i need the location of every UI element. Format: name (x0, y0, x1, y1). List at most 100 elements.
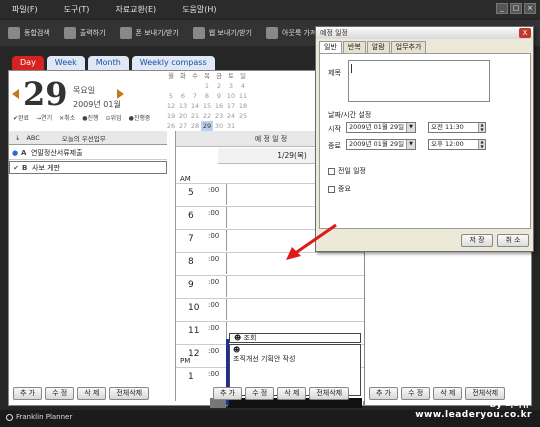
next-day-icon[interactable] (117, 89, 124, 99)
notes-add-button[interactable]: 추 가 (369, 387, 399, 400)
minical-day[interactable]: 23 (213, 111, 225, 121)
watermark-author: by 리더유 (489, 400, 530, 410)
minical-day[interactable]: 7 (189, 91, 201, 101)
minical-day[interactable]: 18 (237, 101, 249, 111)
start-date-select[interactable]: 2009년 01월 29일 ▼ (346, 122, 416, 133)
minical-day[interactable] (177, 81, 189, 91)
search-button[interactable]: 동합검색 (8, 27, 50, 39)
menu-help[interactable]: 도움말(H) (182, 4, 216, 15)
tab-alarm[interactable]: 알람 (366, 41, 390, 53)
tab-repeat[interactable]: 반복 (342, 41, 366, 53)
schedule-edit-button[interactable]: 수 정 (245, 387, 275, 400)
task-delete-all-button[interactable]: 전체삭제 (109, 387, 150, 400)
menu-file[interactable]: 파일(F) (12, 4, 38, 15)
task-row[interactable]: ✔ B 사보 게판 (9, 161, 167, 174)
save-button[interactable]: 저 장 (461, 234, 493, 247)
schedule-delete-all-button[interactable]: 전체삭제 (309, 387, 350, 400)
allday-checkbox[interactable]: 전일 일정 (328, 166, 366, 176)
minical-week-row: 1234 (165, 81, 257, 91)
minical-day[interactable]: 25 (237, 111, 249, 121)
menu-exchange[interactable]: 자료교환(E) (115, 4, 156, 15)
start-time-spinner[interactable]: 오전 11:30 ▲ ▼ (428, 122, 486, 133)
minical-day[interactable]: 17 (225, 101, 237, 111)
time-slot[interactable] (226, 276, 360, 297)
notes-edit-button[interactable]: 수 정 (401, 387, 431, 400)
task-title-column: 오늘의 우선업무 (61, 134, 106, 143)
task-add-button[interactable]: 추 가 (13, 387, 43, 400)
end-time-spinner[interactable]: 오후 12:00 ▲ ▼ (428, 139, 486, 150)
prev-day-icon[interactable] (12, 89, 19, 99)
dropdown-icon[interactable]: ▼ (406, 123, 415, 132)
minical-day[interactable]: 4 (237, 81, 249, 91)
event-morning-meeting[interactable]: ☻ 조회 (229, 333, 361, 343)
priority-column[interactable]: ABC (26, 134, 39, 142)
checkbox-box[interactable] (328, 185, 335, 193)
tab-month[interactable]: Month (87, 56, 129, 70)
task-status-icon[interactable]: ✔ (10, 164, 22, 172)
minical-day[interactable]: 2 (213, 81, 225, 91)
minical-day[interactable]: 26 (165, 121, 177, 131)
minical-day[interactable]: 20 (177, 111, 189, 121)
task-delete-button[interactable]: 삭 제 (77, 387, 107, 400)
minical-day[interactable]: 14 (189, 101, 201, 111)
minical-day[interactable]: 15 (201, 101, 213, 111)
important-checkbox[interactable]: 중요 (328, 184, 351, 194)
weekday-label: 목요일 (73, 86, 96, 95)
spinner-icon[interactable]: ▲ ▼ (478, 139, 485, 149)
hour-label: 7 (188, 234, 194, 244)
close-window-button[interactable]: × (524, 3, 536, 14)
minimize-button[interactable]: _ (496, 3, 508, 14)
time-slot[interactable] (226, 299, 360, 320)
phone-sync-button[interactable]: 폰 보내기/받기 (119, 27, 179, 39)
dialog-buttons: 저 장 취 소 (461, 234, 529, 247)
minical-day[interactable]: 5 (165, 91, 177, 101)
print-button[interactable]: 출력하기 (63, 27, 106, 39)
minical-day[interactable]: 16 (213, 101, 225, 111)
minical-day[interactable]: 22 (201, 111, 213, 121)
task-row[interactable]: ● A 연말정산서류제출 (9, 147, 167, 160)
maximize-button[interactable]: □ (510, 3, 522, 14)
tab-week[interactable]: Week (46, 56, 85, 70)
task-edit-button[interactable]: 수 정 (45, 387, 75, 400)
minical-day[interactable]: 19 (165, 111, 177, 121)
minical-day[interactable]: 21 (189, 111, 201, 121)
minical-day[interactable]: 10 (225, 91, 237, 101)
legend-item: ✕취소 (59, 115, 76, 122)
minical-day[interactable]: 6 (177, 91, 189, 101)
minical-day[interactable]: 24 (225, 111, 237, 121)
end-date-select[interactable]: 2009년 01월 29일 ▼ (346, 139, 416, 150)
subject-input[interactable] (348, 60, 490, 102)
schedule-add-button[interactable]: 추 가 (213, 387, 243, 400)
checkbox-box[interactable] (328, 167, 335, 175)
spinner-icon[interactable]: ▲ ▼ (478, 122, 485, 132)
tab-add-task[interactable]: 업무추가 (390, 41, 427, 53)
minical-day[interactable] (165, 81, 177, 91)
cancel-button[interactable]: 취 소 (497, 234, 529, 247)
minical-day[interactable]: 9 (213, 91, 225, 101)
tab-day[interactable]: Day (12, 56, 44, 70)
minical-day[interactable] (237, 121, 249, 131)
minical-day[interactable]: 29 (201, 121, 213, 131)
minical-day[interactable]: 31 (225, 121, 237, 131)
schedule-delete-button[interactable]: 삭 제 (277, 387, 307, 400)
minical-day[interactable]: 30 (213, 121, 225, 131)
minical-day[interactable]: 27 (177, 121, 189, 131)
minical-day[interactable]: 11 (237, 91, 249, 101)
sort-column[interactable]: ↓ (15, 134, 20, 142)
minical-day[interactable]: 1 (201, 81, 213, 91)
dropdown-icon[interactable]: ▼ (406, 140, 415, 149)
task-status-icon[interactable]: ● (9, 149, 21, 157)
minical-day[interactable] (189, 81, 201, 91)
minute-label: :00 (208, 255, 220, 263)
notes-delete-button[interactable]: 삭 제 (433, 387, 463, 400)
dialog-close-button[interactable]: X (519, 28, 531, 38)
tab-general[interactable]: 일반 (319, 41, 342, 53)
menu-tools[interactable]: 도구(T) (64, 4, 90, 15)
minical-day[interactable]: 12 (165, 101, 177, 111)
web-sync-button[interactable]: 웹 보내기/받기 (192, 27, 252, 39)
minical-day[interactable]: 3 (225, 81, 237, 91)
tab-weekly-compass[interactable]: Weekly compass (131, 56, 215, 70)
minical-day[interactable]: 13 (177, 101, 189, 111)
minical-day[interactable]: 28 (189, 121, 201, 131)
minical-day[interactable]: 8 (201, 91, 213, 101)
